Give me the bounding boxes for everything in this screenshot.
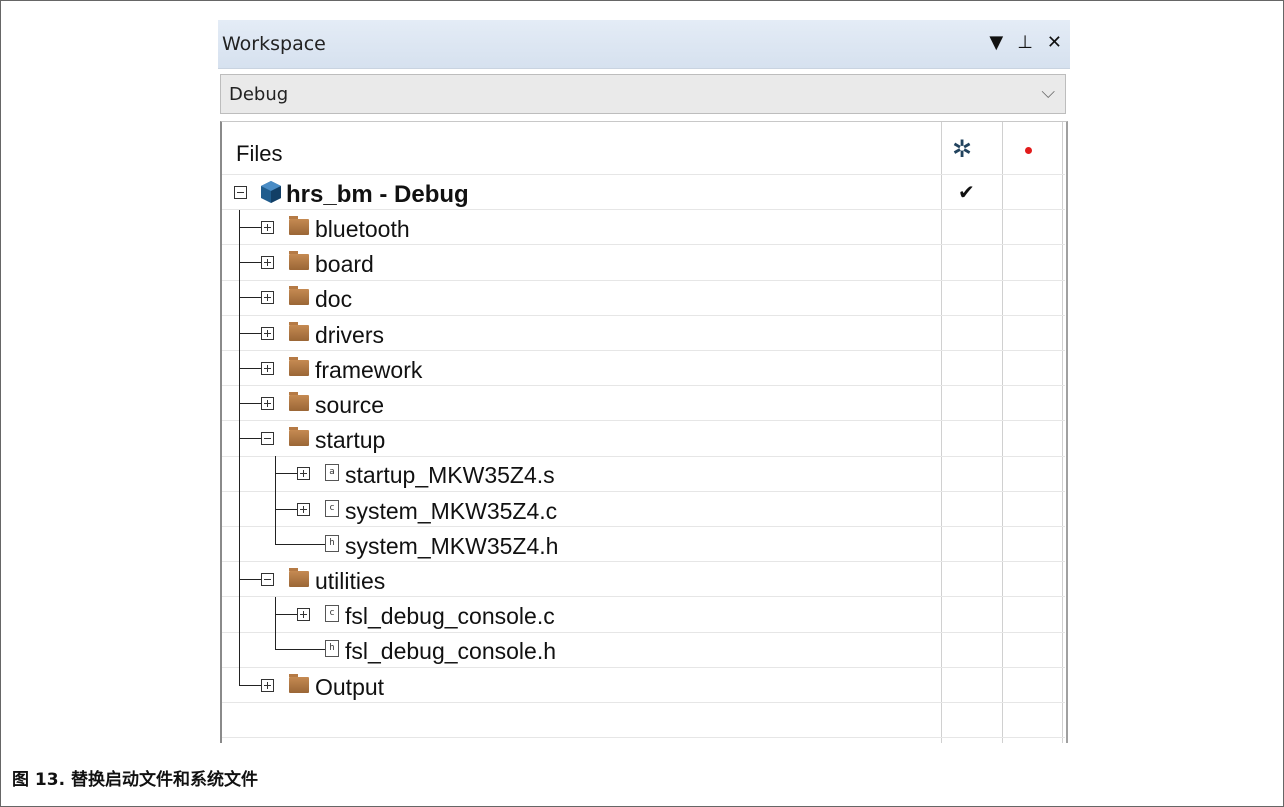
pin-icon[interactable]: ⊥ [1017,33,1033,53]
folder-icon [289,251,309,271]
tree-file-row[interactable]: a startup_MKW35Z4.s [222,456,938,491]
tree-item-label: framework [315,356,423,383]
tree-connector [239,438,261,440]
workspace-window: Workspace ▼ ⊥ ✕ Debug ⌵ Files ✲ hrs_bm -… [218,20,1070,743]
folder-icon [289,321,309,341]
tree-item-label: Output [315,673,385,700]
tree-connector [239,332,261,334]
tree-folder-row[interactable]: drivers [222,316,938,351]
tree-file-row[interactable]: c fsl_debug_console.c [222,597,938,632]
file-icon: c [325,499,339,517]
tree-folder-row[interactable]: source [222,386,938,421]
gear-icon[interactable]: ✲ [952,138,972,162]
collapse-toggle-icon[interactable] [234,186,247,199]
tree-item-label: fsl_debug_console.c [345,603,555,630]
figure-caption: 图 13. 替换启动文件和系统文件 [12,770,258,790]
project-cube-icon [261,181,281,203]
tree-connector [239,210,240,686]
titlebar-controls: ▼ ⊥ ✕ [989,33,1062,53]
tree-item-label: doc [315,286,353,313]
folder-icon [289,427,309,447]
tree-file-row[interactable]: c system_MKW35Z4.c [222,492,938,527]
expand-toggle-icon[interactable] [297,608,310,622]
workspace-title: Workspace [222,33,326,55]
folder-icon [289,392,309,411]
tree-connector [239,297,261,299]
tree-file-row[interactable]: h system_MKW35Z4.h [222,527,938,562]
file-icon: h [325,534,339,552]
file-icon: a [325,464,339,482]
close-icon[interactable]: ✕ [1047,33,1062,53]
column-divider [941,122,942,743]
folder-icon [289,286,309,306]
tree-connector [239,403,261,404]
expand-toggle-icon[interactable] [297,502,310,516]
tree-folder-row[interactable]: board [222,245,938,280]
collapse-toggle-icon[interactable] [261,573,274,586]
tree-connector [239,227,261,228]
folder-icon [289,568,309,587]
dropdown-menu-icon[interactable]: ▼ [989,33,1003,53]
tree-folder-row[interactable]: doc [222,280,938,315]
folder-icon [289,216,309,235]
column-divider [1002,122,1003,743]
tree-item-label: fsl_debug_console.h [345,638,556,665]
tree-folder-row[interactable]: bluetooth [222,210,938,245]
tree-folder-row[interactable]: framework [222,351,938,386]
folder-icon [289,673,309,693]
tree-item-label: system_MKW35Z4.c [345,497,558,524]
tree-connector [275,649,325,651]
tree-item-label: bluetooth [315,216,410,242]
files-column-header[interactable]: Files [236,141,282,167]
tree-connector [239,579,261,580]
collapse-toggle-icon[interactable] [261,432,274,446]
red-dot-icon[interactable] [1025,147,1032,154]
file-icon: h [325,640,339,658]
workspace-titlebar: Workspace ▼ ⊥ ✕ [218,20,1070,69]
tree-folder-row[interactable]: startup [222,421,938,456]
tree-item-label: source [315,392,385,418]
tree-connector [239,684,261,686]
tree-item-label: utilities [315,568,386,594]
row-separator [222,737,1065,739]
tree-item-label: startup [315,427,386,454]
project-label: hrs_bm - Debug [286,181,469,208]
tree-connector [239,262,261,264]
tree-root-row[interactable]: hrs_bm - Debug [222,175,938,210]
tree-connector [275,473,297,475]
files-panel: Files ✲ hrs_bm - Debug ✔ bluetooth board d… [220,121,1068,743]
expand-toggle-icon[interactable] [261,221,274,234]
check-mark-icon: ✔ [958,182,975,204]
tree-folder-row[interactable]: utilities [222,562,938,597]
tree-connector [239,367,261,369]
tree-item-label: drivers [315,321,385,348]
expand-toggle-icon[interactable] [261,678,274,692]
tree-item-label: system_MKW35Z4.h [345,532,559,559]
tree-connector [275,508,297,510]
expand-toggle-icon[interactable] [297,467,310,481]
tree-connector [275,456,276,545]
expand-toggle-icon[interactable] [261,397,274,410]
file-icon: c [325,605,339,623]
configuration-value: Debug [229,84,289,105]
tree-connector [275,614,297,616]
tree-connector [275,597,276,651]
tree-folder-row[interactable]: Output [222,668,938,703]
expand-toggle-icon[interactable] [261,326,274,340]
expand-toggle-icon[interactable] [261,291,274,305]
tree-connector [275,543,325,545]
expand-toggle-icon[interactable] [261,361,274,375]
column-divider [1062,122,1063,743]
chevron-down-icon: ⌵ [1041,82,1055,102]
tree-item-label: startup_MKW35Z4.s [345,462,555,489]
configuration-select[interactable]: Debug ⌵ [220,74,1066,114]
expand-toggle-icon[interactable] [261,256,274,270]
tree-item-label: board [315,251,374,278]
tree-file-row[interactable]: h fsl_debug_console.h [222,632,938,667]
folder-icon [289,356,309,376]
